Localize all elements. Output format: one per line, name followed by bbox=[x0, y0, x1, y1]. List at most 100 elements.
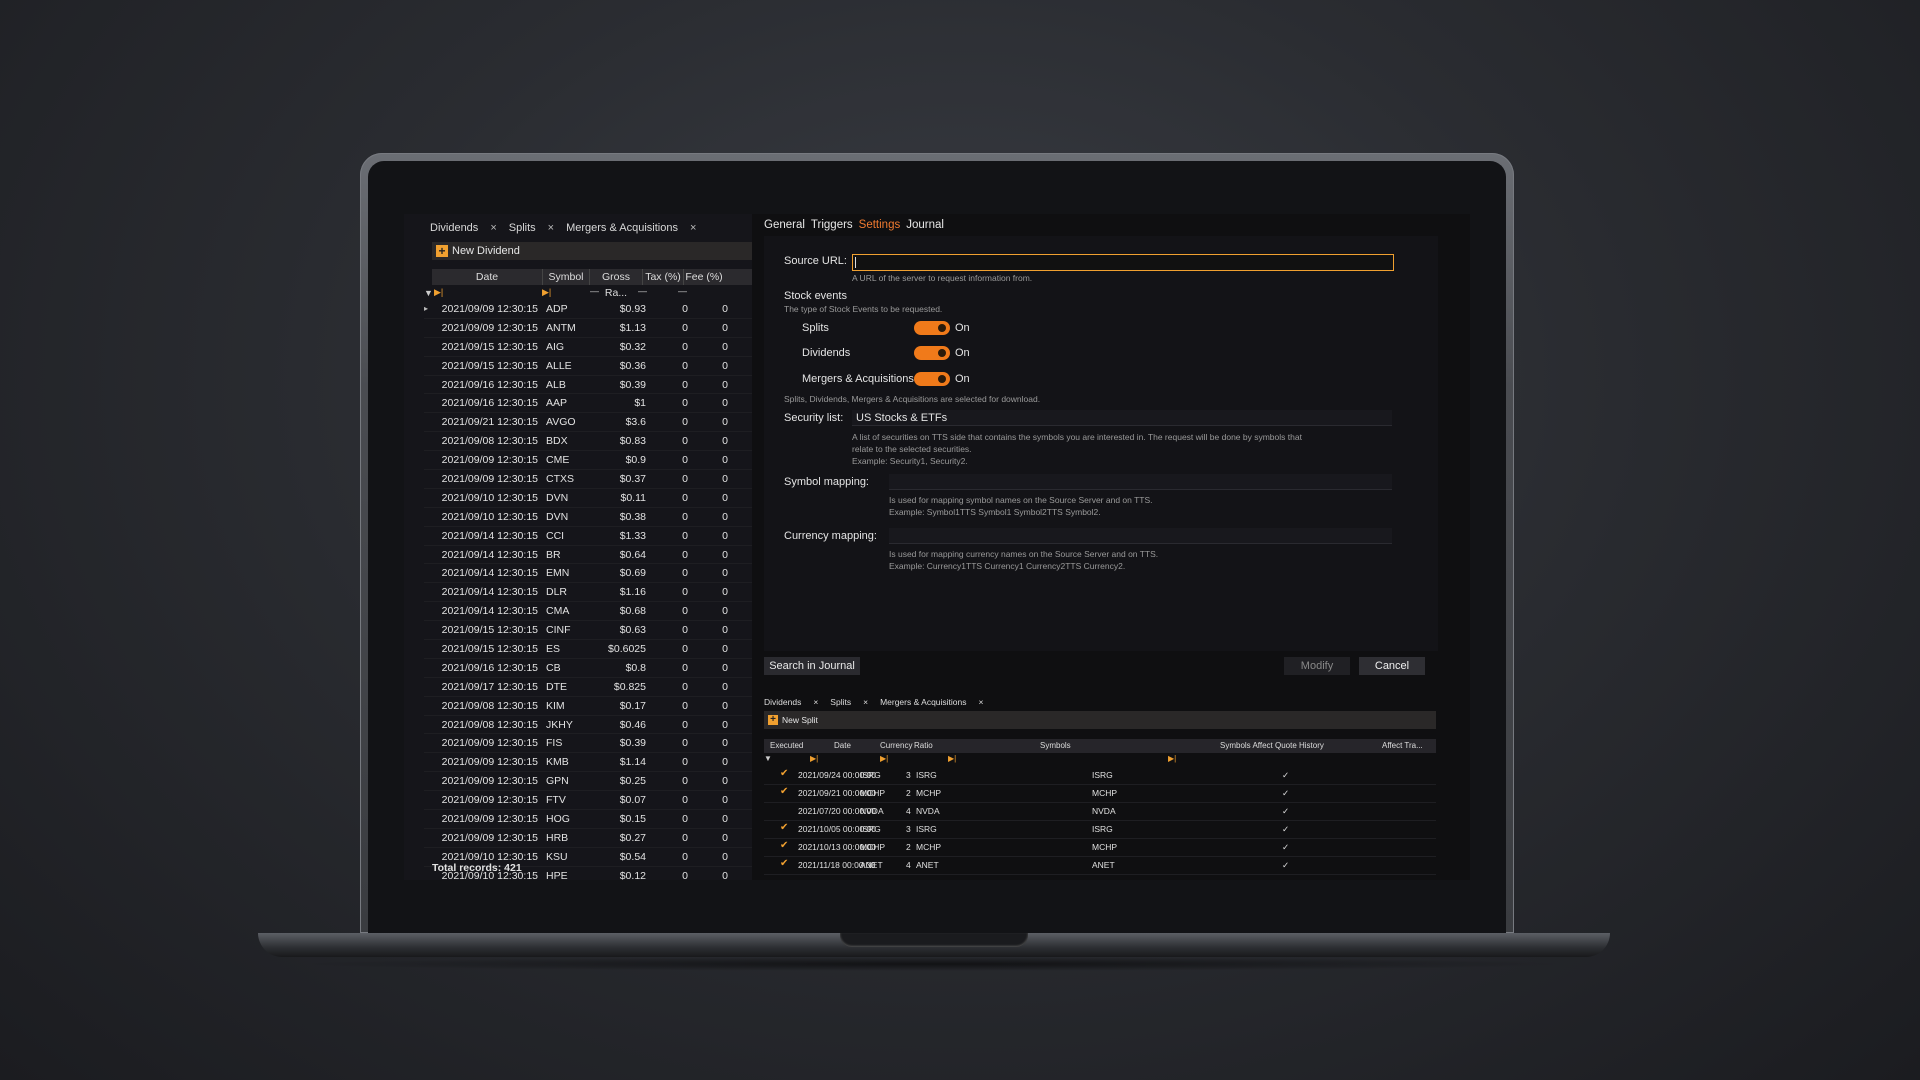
bottom-tab-dividends[interactable]: Dividends bbox=[764, 697, 801, 707]
new-split-button[interactable]: + New Split bbox=[764, 711, 1436, 729]
table-row[interactable]: 2021/09/09 12:30:15 CME $0.9 0 0 bbox=[424, 451, 752, 471]
table-row[interactable]: 2021/09/14 12:30:15 DLR $1.16 0 0 bbox=[424, 583, 752, 603]
close-icon[interactable]: × bbox=[548, 222, 554, 234]
tra-cell[interactable]: ✓ bbox=[1282, 824, 1289, 835]
table-row[interactable]: 2021/09/14 12:30:15 BR $0.64 0 0 bbox=[424, 546, 752, 565]
table-row[interactable]: 2021/09/09 12:30:15 ANTM $1.13 0 0 bbox=[424, 319, 752, 338]
table-row[interactable]: ✔ 2021/10/13 00:00:00 MCHP 2 MCHP MCHP ✓ bbox=[764, 839, 1436, 857]
table-row[interactable]: 2021/09/21 12:30:15 AVGO $3.6 0 0 bbox=[424, 413, 752, 433]
close-icon[interactable]: × bbox=[813, 697, 818, 707]
column-header-date[interactable]: Date bbox=[834, 741, 851, 750]
close-icon[interactable]: × bbox=[690, 222, 696, 234]
column-header-symbols[interactable]: Symbols bbox=[1040, 741, 1071, 750]
symbol-cell: AAP bbox=[546, 397, 568, 410]
table-row[interactable]: 2021/09/15 12:30:15 ES $0.6025 0 0 bbox=[424, 640, 752, 659]
table-row[interactable]: 2021/09/16 12:30:15 CB $0.8 0 0 bbox=[424, 659, 752, 678]
table-row[interactable]: 2021/09/17 12:30:15 DTE $0.825 0 0 bbox=[424, 678, 752, 697]
column-header-date[interactable]: Date bbox=[432, 269, 543, 285]
table-row[interactable]: 2021/09/08 12:30:15 BDX $0.83 0 0 bbox=[424, 432, 752, 452]
filter-symbol-icon[interactable]: ▶| bbox=[542, 287, 551, 298]
search-in-journal-button[interactable]: Search in Journal bbox=[764, 657, 860, 675]
table-row[interactable]: 2021/09/14 12:30:15 CCI $1.33 0 0 bbox=[424, 527, 752, 546]
column-header-symbols-affect[interactable]: Symbols Affect Quote History bbox=[1220, 741, 1324, 750]
table-row[interactable]: 2021/09/08 12:30:15 KIM $0.17 0 0 bbox=[424, 697, 752, 716]
column-header-currency[interactable]: Currency bbox=[880, 741, 912, 750]
column-header-fee[interactable]: Fee (%) bbox=[684, 269, 724, 285]
symbol-mapping-field[interactable] bbox=[889, 474, 1392, 490]
table-row[interactable]: 2021/09/14 12:30:15 CMA $0.68 0 0 bbox=[424, 602, 752, 622]
filter-fee-icon[interactable]: — bbox=[678, 286, 687, 296]
filter-affect-icon[interactable]: ▶| bbox=[1168, 754, 1176, 763]
table-row[interactable]: 2021/09/15 12:30:15 ALLE $0.36 0 0 bbox=[424, 357, 752, 376]
table-row[interactable]: ✔ 2021/10/05 00:00:00 ISRG 3 ISRG ISRG ✓ bbox=[764, 821, 1436, 839]
close-icon[interactable]: × bbox=[863, 697, 868, 707]
tab-journal[interactable]: Journal bbox=[906, 219, 944, 231]
column-header-tax[interactable]: Tax (%) bbox=[643, 269, 684, 285]
currency-mapping-field[interactable] bbox=[889, 528, 1392, 544]
executed-cell[interactable]: ✔ bbox=[780, 858, 788, 869]
table-row[interactable]: 2021/09/16 12:30:15 AAP $1 0 0 bbox=[424, 394, 752, 414]
tax-cell: 0 bbox=[682, 340, 688, 353]
column-header-symbol[interactable]: Symbol bbox=[543, 269, 590, 285]
tab-general[interactable]: General bbox=[764, 219, 805, 231]
tra-cell[interactable]: ✓ bbox=[1282, 860, 1289, 871]
filter-icon[interactable]: ▼ bbox=[424, 288, 433, 298]
executed-cell[interactable]: ✔ bbox=[780, 822, 788, 833]
close-icon[interactable]: × bbox=[490, 222, 496, 234]
table-row[interactable]: 2021/09/09 12:30:15 FIS $0.39 0 0 bbox=[424, 734, 752, 754]
modify-button[interactable]: Modify bbox=[1284, 657, 1350, 675]
table-row[interactable]: 2021/09/09 12:30:15 FTV $0.07 0 0 bbox=[424, 791, 752, 811]
executed-cell[interactable]: ✔ bbox=[780, 840, 788, 851]
column-header-gross[interactable]: Gross Ra... bbox=[590, 269, 643, 299]
cancel-button[interactable]: Cancel bbox=[1359, 657, 1425, 675]
table-row[interactable]: 2021/09/15 12:30:15 AIG $0.32 0 0 bbox=[424, 338, 752, 357]
table-row[interactable]: 2021/09/09 12:30:15 CTXS $0.37 0 0 bbox=[424, 470, 752, 489]
bottom-tab-splits[interactable]: Splits bbox=[830, 697, 851, 707]
executed-cell[interactable]: ✔ bbox=[780, 768, 788, 779]
filter-tax-icon[interactable]: — bbox=[638, 286, 647, 296]
tab-settings[interactable]: Settings bbox=[859, 219, 901, 231]
filter-date-icon[interactable]: ▶| bbox=[810, 754, 818, 763]
tab-dividends[interactable]: Dividends × bbox=[424, 219, 503, 237]
table-row[interactable]: 2021/09/09 12:30:15 GPN $0.25 0 0 bbox=[424, 772, 752, 792]
table-row[interactable]: 2021/09/09 12:30:15 KMB $1.14 0 0 bbox=[424, 753, 752, 773]
table-row[interactable]: 2021/09/10 12:30:15 DVN $0.11 0 0 bbox=[424, 489, 752, 508]
table-row[interactable]: 2021/09/16 12:30:15 ALB $0.39 0 0 bbox=[424, 376, 752, 395]
executed-cell[interactable]: ✔ bbox=[780, 786, 788, 797]
tab-triggers[interactable]: Triggers bbox=[811, 219, 853, 231]
gross-rate-cell: $0.68 bbox=[619, 605, 646, 618]
filter-icon[interactable]: ▼ bbox=[764, 754, 772, 763]
table-row[interactable]: 2021/09/09 12:30:15 HRB $0.27 0 0 bbox=[424, 829, 752, 848]
filter-date-icon[interactable]: ▶| bbox=[434, 287, 443, 298]
fee-cell: 0 bbox=[722, 850, 728, 863]
table-row[interactable]: 2021/09/08 12:30:15 JKHY $0.46 0 0 bbox=[424, 716, 752, 735]
table-row[interactable]: 2021/09/14 12:30:15 EMN $0.69 0 0 bbox=[424, 564, 752, 584]
tab-splits[interactable]: Splits × bbox=[503, 219, 560, 237]
table-row[interactable]: 2021/09/09 12:30:15 HOG $0.15 0 0 bbox=[424, 810, 752, 829]
mergers-toggle[interactable] bbox=[914, 372, 950, 386]
dividends-toggle[interactable] bbox=[914, 346, 950, 360]
filter-gross-icon[interactable]: — bbox=[590, 286, 599, 296]
table-row[interactable]: ✔ 2021/09/24 00:00:00 ISRG 3 ISRG ISRG ✓ bbox=[764, 767, 1436, 785]
bottom-tab-mergers[interactable]: Mergers & Acquisitions bbox=[880, 697, 966, 707]
tab-mergers[interactable]: Mergers & Acquisitions × bbox=[560, 219, 702, 237]
filter-currency-icon[interactable]: ▶| bbox=[880, 754, 888, 763]
new-dividend-button[interactable]: + New Dividend bbox=[432, 242, 752, 260]
table-row[interactable]: ✔ 2021/09/21 00:00:00 MCHP 2 MCHP MCHP ✓ bbox=[764, 785, 1436, 803]
tra-cell[interactable]: ✓ bbox=[1282, 788, 1289, 799]
column-header-ratio[interactable]: Ratio bbox=[914, 741, 933, 750]
column-header-affect-tra[interactable]: Affect Tra... bbox=[1382, 741, 1423, 750]
filter-symbols-icon[interactable]: ▶| bbox=[948, 754, 956, 763]
tra-cell[interactable]: ✓ bbox=[1282, 770, 1289, 781]
source-url-input[interactable] bbox=[852, 254, 1394, 271]
table-row[interactable]: ✔ 2021/11/18 00:00:00 ANET 4 ANET ANET ✓ bbox=[764, 857, 1436, 875]
table-row[interactable]: 2021/09/10 12:30:15 DVN $0.38 0 0 bbox=[424, 508, 752, 527]
tra-cell[interactable]: ✓ bbox=[1282, 842, 1289, 853]
tra-cell[interactable]: ✓ bbox=[1282, 806, 1289, 817]
table-row[interactable]: 2021/09/15 12:30:15 CINF $0.63 0 0 bbox=[424, 621, 752, 641]
close-icon[interactable]: × bbox=[979, 697, 984, 707]
table-row[interactable]: 2021/07/20 00:00:00 NVDA 4 NVDA NVDA ✓ bbox=[764, 803, 1436, 821]
splits-toggle[interactable] bbox=[914, 321, 950, 335]
column-header-executed[interactable]: Executed bbox=[770, 741, 803, 750]
table-row[interactable]: ▸ 2021/09/09 12:30:15 ADP $0.93 0 0 bbox=[424, 300, 752, 319]
